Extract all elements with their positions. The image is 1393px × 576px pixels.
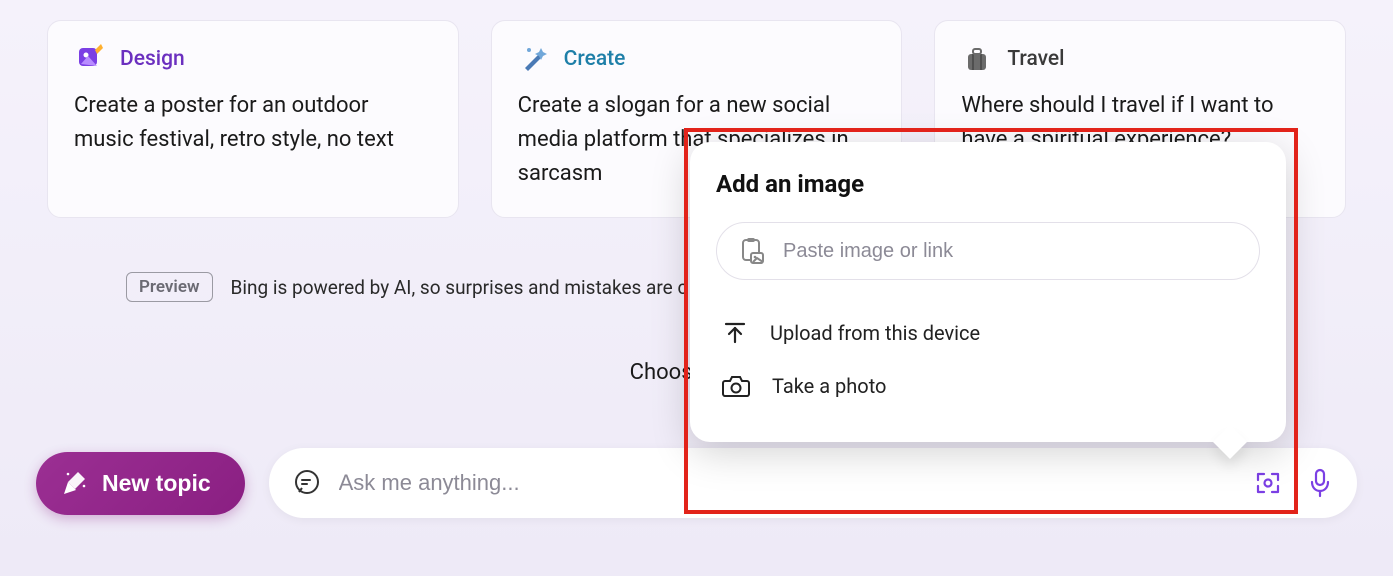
card-header: Design [74,43,432,75]
clipboard-image-icon [739,237,765,265]
camera-icon [722,374,750,398]
new-topic-label: New topic [102,470,211,497]
take-photo-label: Take a photo [772,374,886,398]
broom-icon [62,470,88,496]
new-topic-button[interactable]: New topic [36,452,245,515]
upload-label: Upload from this device [770,321,980,345]
ask-input[interactable] [339,470,1253,496]
microphone-icon[interactable] [1307,468,1333,498]
chat-icon [293,469,321,497]
card-title: Create [564,47,626,71]
image-search-icon[interactable] [1253,468,1283,498]
paste-image-input-wrap[interactable] [716,222,1260,280]
card-body-text: Create a poster for an outdoor music fes… [74,89,432,157]
card-header: Travel [961,43,1319,75]
ask-input-bar[interactable] [269,448,1357,518]
upload-from-device-option[interactable]: Upload from this device [716,306,1260,360]
compose-row: New topic [36,448,1357,518]
popup-title: Add an image [716,170,1260,198]
wand-icon [518,43,550,75]
card-title: Design [120,47,185,71]
take-photo-option[interactable]: Take a photo [716,360,1260,412]
preview-notice-text: Bing is powered by AI, so surprises and … [231,276,688,299]
card-header: Create [518,43,876,75]
design-icon [74,43,106,75]
card-title: Travel [1007,47,1064,71]
add-image-popup: Add an image Upload from this device [690,142,1286,442]
suitcase-icon [961,43,993,75]
preview-badge: Preview [126,272,213,302]
suggestion-card-design[interactable]: Design Create a poster for an outdoor mu… [47,20,459,218]
upload-icon [722,320,748,346]
paste-image-input[interactable] [783,240,1237,263]
